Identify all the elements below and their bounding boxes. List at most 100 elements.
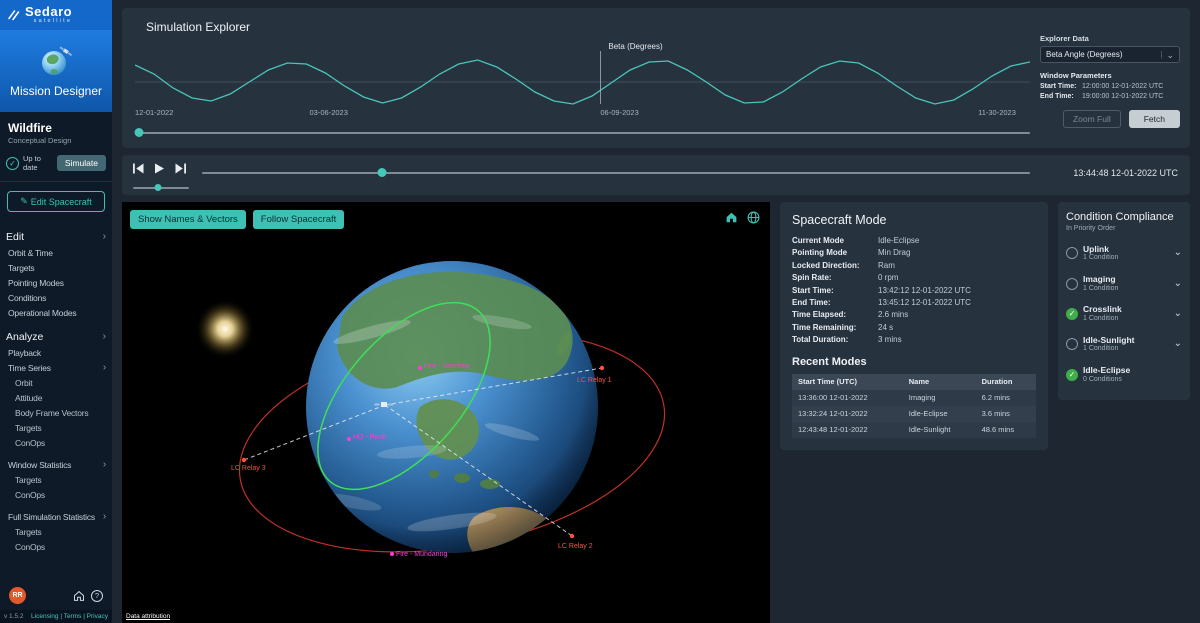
slider-track xyxy=(135,132,1030,134)
help-icon[interactable]: ? xyxy=(91,590,103,602)
end-time-label: End Time: xyxy=(1040,93,1082,100)
sidebar-item-conops[interactable]: ConOps xyxy=(0,539,112,554)
field-spin-rate: Spin Rate:0 rpm xyxy=(792,273,1036,283)
field-value: 24 s xyxy=(878,323,893,333)
sedaro-logo[interactable]: Sedaro satellite xyxy=(0,0,112,30)
compliance-item-imaging[interactable]: Imaging1 Condition⌄ xyxy=(1066,268,1182,298)
slider-track xyxy=(202,172,1030,174)
compliance-item-count: 0 Conditions xyxy=(1083,376,1182,385)
empty-circle-icon xyxy=(1066,278,1078,290)
compliance-item-count: 1 Condition xyxy=(1083,254,1169,263)
series-select[interactable]: Beta Angle (Degrees) | ⌄ xyxy=(1040,46,1180,63)
chart-crosshair xyxy=(600,51,601,104)
fetch-button[interactable]: Fetch xyxy=(1129,110,1180,128)
transport-controls xyxy=(133,163,186,174)
viewport-buttons: Show Names & Vectors Follow Spacecraft xyxy=(130,210,344,229)
playback-speed-slider[interactable] xyxy=(133,183,189,192)
sidebar-item-orbit[interactable]: Orbit xyxy=(0,375,112,390)
sidebar-item-analyze[interactable]: Analyze› xyxy=(0,328,112,345)
field-label: Locked Direction: xyxy=(792,261,878,271)
skip-to-end-button[interactable] xyxy=(175,163,186,174)
home-icon[interactable] xyxy=(73,590,85,602)
show-names-vectors-button[interactable]: Show Names & Vectors xyxy=(130,210,246,229)
explorer-range-slider[interactable] xyxy=(135,127,1030,138)
select-divider: | xyxy=(1160,50,1162,59)
mission-designer-banner: Mission Designer xyxy=(0,30,112,112)
sidebar-item-label: Window Statistics xyxy=(8,460,103,470)
follow-spacecraft-button[interactable]: Follow Spacecraft xyxy=(253,210,345,229)
globe-view-icon[interactable] xyxy=(747,211,760,224)
chevron-right-icon: › xyxy=(103,232,106,242)
x-tick-label: 03-06-2023 xyxy=(310,108,348,117)
sidebar-item-conops[interactable]: ConOps xyxy=(0,487,112,502)
sidebar-item-label: Conditions xyxy=(8,293,106,303)
table-row[interactable]: 13:32:24 12-01-2022Idle-Eclipse3.6 mins xyxy=(792,406,1036,422)
timeline-slider-handle[interactable] xyxy=(377,168,386,177)
compliance-item-idle-eclipse[interactable]: ✓Idle-Eclipse0 Conditions xyxy=(1066,360,1182,390)
sidebar-item-attitude[interactable]: Attitude xyxy=(0,390,112,405)
chevron-right-icon: › xyxy=(103,363,106,373)
project-type: Conceptual Design xyxy=(8,136,104,145)
sidebar-item-targets[interactable]: Targets xyxy=(0,420,112,435)
compliance-item-uplink[interactable]: Uplink1 Condition⌄ xyxy=(1066,238,1182,268)
table-row[interactable]: 12:43:48 12-01-2022Idle-Sunlight48.6 min… xyxy=(792,422,1036,438)
sidebar-item-edit[interactable]: Edit› xyxy=(0,228,112,245)
start-time-label: Start Time: xyxy=(1040,83,1082,90)
chevron-right-icon: › xyxy=(103,512,106,522)
simulation-explorer-panel: Simulation Explorer Beta (Degrees) 12-01… xyxy=(122,8,1190,148)
footer-links[interactable]: Licensing | Terms | Privacy xyxy=(31,613,108,620)
sidebar-item-pointing-modes[interactable]: Pointing Modes xyxy=(0,275,112,290)
project-name: Wildfire xyxy=(8,121,104,135)
simulate-button[interactable]: Simulate xyxy=(57,155,106,171)
zoom-full-button[interactable]: Zoom Full xyxy=(1063,110,1121,128)
play-button[interactable] xyxy=(154,163,165,174)
data-attribution-link[interactable]: Data attribution xyxy=(126,613,170,620)
playback-timestamp: 13:44:48 12-01-2022 UTC xyxy=(1073,168,1178,178)
compliance-item-name: Crosslink xyxy=(1083,304,1169,315)
field-label: Spin Rate: xyxy=(792,273,878,283)
speed-slider-handle[interactable] xyxy=(155,184,162,191)
sidebar-item-window-statistics[interactable]: Window Statistics› xyxy=(0,457,112,472)
sidebar-item-conditions[interactable]: Conditions xyxy=(0,290,112,305)
compliance-item-count: 1 Condition xyxy=(1083,315,1169,324)
sidebar-item-time-series[interactable]: Time Series› xyxy=(0,360,112,375)
explorer-slider-handle[interactable] xyxy=(135,128,144,137)
column-header: Name xyxy=(903,374,976,390)
sidebar-item-targets[interactable]: Targets xyxy=(0,472,112,487)
target-label-fire-yanchep: Fire - Yanchep xyxy=(424,363,469,370)
compliance-item-idle-sunlight[interactable]: Idle-Sunlight1 Condition⌄ xyxy=(1066,329,1182,359)
compliance-item-name: Idle-Sunlight xyxy=(1083,335,1169,346)
table-row[interactable]: 13:36:00 12-01-2022Imaging6.2 mins xyxy=(792,390,1036,406)
field-value: Min Drag xyxy=(878,248,910,258)
sidebar-item-conops[interactable]: ConOps xyxy=(0,435,112,450)
beta-angle-chart[interactable]: Beta (Degrees) 12-01-202203-06-202306-09… xyxy=(135,42,1030,116)
sidebar-item-operational-modes[interactable]: Operational Modes xyxy=(0,305,112,320)
compliance-list: Uplink1 Condition⌄Imaging1 Condition⌄✓Cr… xyxy=(1066,238,1182,390)
compliance-item-crosslink[interactable]: ✓Crosslink1 Condition⌄ xyxy=(1066,299,1182,329)
spacecraft-mode-title: Spacecraft Mode xyxy=(792,213,1036,227)
home-view-icon[interactable] xyxy=(725,211,738,224)
target-label-lc-relay-1: LC Relay 1 xyxy=(577,377,612,384)
sidebar-item-orbit-time[interactable]: Orbit & Time xyxy=(0,245,112,260)
skip-to-start-button[interactable] xyxy=(133,163,144,174)
target-label-lc-relay-3: LC Relay 3 xyxy=(231,465,266,472)
sidebar-footer: RR ? xyxy=(0,582,112,610)
sidebar-item-label: Pointing Modes xyxy=(8,278,106,288)
field-start-time: Start Time:13:42:12 12-01-2022 UTC xyxy=(792,286,1036,296)
sidebar-item-targets[interactable]: Targets xyxy=(0,260,112,275)
sidebar-item-playback[interactable]: Playback xyxy=(0,345,112,360)
logo-subtitle: satellite xyxy=(25,19,72,25)
compliance-item-text: Idle-Sunlight1 Condition xyxy=(1083,335,1169,354)
playback-timeline-slider[interactable] xyxy=(202,167,1030,178)
compliance-item-text: Crosslink1 Condition xyxy=(1083,304,1169,323)
sidebar-item-full-simulation-statistics[interactable]: Full Simulation Statistics› xyxy=(0,509,112,524)
field-value: Idle-Eclipse xyxy=(878,236,919,246)
sidebar-item-body-frame-vectors[interactable]: Body Frame Vectors xyxy=(0,405,112,420)
condition-compliance-title: Condition Compliance xyxy=(1066,211,1182,223)
sidebar-item-targets[interactable]: Targets xyxy=(0,524,112,539)
start-time-value: 12:00:00 12-01-2022 UTC xyxy=(1082,83,1163,90)
sidebar-item-label: Orbit xyxy=(15,378,106,388)
viewport-3d[interactable]: Show Names & Vectors Follow Spacecraft Fi… xyxy=(122,202,770,623)
edit-spacecraft-button[interactable]: ✎ Edit Spacecraft xyxy=(7,191,105,212)
avatar[interactable]: RR xyxy=(9,587,26,604)
